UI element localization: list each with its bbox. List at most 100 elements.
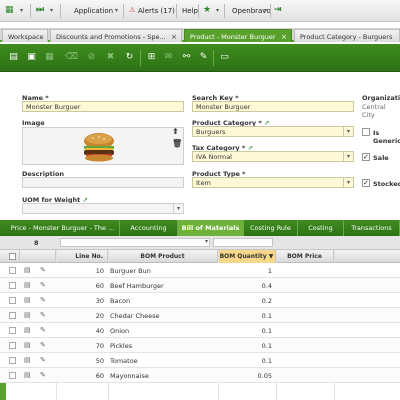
row-checkbox[interactable] (9, 342, 16, 349)
table-row[interactable]: ▤ ✎ 50 Tomatoe 0.1 (0, 353, 400, 368)
table-row[interactable]: ▤ ✎ 10 Burguer Bun 1 (0, 263, 400, 278)
close-icon[interactable]: × (281, 33, 287, 41)
row-checkbox[interactable] (9, 312, 16, 319)
tax-category-select[interactable]: IVA Normal ▾ (192, 151, 354, 162)
open-record-icon[interactable]: ▤ (24, 341, 31, 349)
bom-product-cell[interactable]: Burguer Bun (110, 263, 216, 278)
bom-product-cell[interactable]: Onion (110, 323, 216, 338)
subtab-costing-rule[interactable]: Costing Rule (244, 220, 298, 236)
upload-icon[interactable]: ⬆ (172, 127, 179, 136)
undo-icon[interactable]: ⌫ (64, 50, 79, 65)
bom-quantity-cell[interactable]: 0.1 (218, 308, 276, 323)
bom-quantity-cell[interactable]: 0.05 (218, 368, 276, 383)
stocked-checkbox[interactable]: ✓ (362, 179, 370, 187)
row-checkbox[interactable] (9, 282, 16, 289)
line-no-cell[interactable]: 70 (56, 338, 108, 353)
uom-weight-select[interactable]: ▾ (22, 203, 184, 214)
new-icon[interactable]: ▤ (6, 50, 21, 65)
row-checkbox[interactable] (9, 267, 16, 274)
bom-product-cell[interactable]: Chedar Cheese (110, 308, 216, 323)
filter-input[interactable]: ▾ (60, 238, 210, 247)
sale-checkbox[interactable]: ✓ (362, 153, 370, 161)
save-close-icon[interactable]: ▦ (42, 50, 57, 65)
open-record-icon[interactable]: ▤ (24, 371, 31, 379)
link-icon[interactable]: ⚯ (179, 50, 194, 65)
description-field[interactable] (22, 177, 184, 188)
open-record-icon[interactable]: ▤ (24, 326, 31, 334)
line-no-cell[interactable]: 20 (56, 308, 108, 323)
edit-icon[interactable]: ✎ (40, 341, 46, 349)
open-record-icon[interactable]: ▤ (24, 296, 31, 304)
chevron-down-icon[interactable]: ▾ (343, 178, 353, 187)
tab-workspace[interactable]: Workspace (2, 29, 48, 42)
bom-product-cell[interactable]: Bacon (110, 293, 216, 308)
edit-icon[interactable]: ✎ (40, 371, 46, 379)
refresh-icon[interactable]: ↻ (122, 50, 137, 65)
open-record-icon[interactable]: ▤ (24, 266, 31, 274)
product-type-select[interactable]: Item ▾ (192, 177, 354, 188)
subtab-costing[interactable]: Costing (298, 220, 344, 236)
bom-product-cell[interactable]: Tomatoe (110, 353, 216, 368)
table-row[interactable]: ▤ ✎ 40 Onion 0.1 (0, 323, 400, 338)
subtab-bill-of-materials[interactable]: Bill of Materials (178, 220, 244, 236)
product-image-box[interactable] (22, 127, 184, 165)
line-no-cell[interactable]: 10 (56, 263, 108, 278)
bom-price-cell[interactable] (276, 278, 334, 293)
open-record-icon[interactable]: ▤ (24, 311, 31, 319)
chevron-down-icon[interactable]: ▾ (173, 204, 183, 213)
column-header-line-no[interactable]: Line No. (56, 250, 108, 263)
checkbox-icon[interactable] (9, 253, 16, 260)
bom-quantity-cell[interactable]: 0.4 (218, 278, 276, 293)
grid-view-icon[interactable]: ▭ (217, 50, 232, 65)
bom-price-cell[interactable] (276, 323, 334, 338)
is-generic-checkbox[interactable] (362, 128, 370, 136)
select-all-checkbox-header[interactable] (6, 250, 20, 263)
tab-discounts[interactable]: Discounts and Promotions - Spe... × (50, 29, 182, 42)
line-no-cell[interactable]: 50 (56, 353, 108, 368)
filter-input[interactable] (213, 238, 273, 247)
line-no-cell[interactable]: 30 (56, 293, 108, 308)
tab-product-category[interactable]: Product Category - Burguers (294, 29, 400, 42)
bom-quantity-cell[interactable]: 0.1 (218, 323, 276, 338)
menu-dropdown-icon[interactable]: ▾ (20, 7, 23, 14)
table-row[interactable]: ▤ ✎ 70 Pickles 0.1 (0, 338, 400, 353)
application-dropdown-icon[interactable]: ▾ (115, 7, 118, 14)
bom-quantity-cell[interactable]: 0.2 (218, 293, 276, 308)
print-icon[interactable]: ✎ (196, 50, 211, 65)
table-row[interactable]: ▤ ✎ 60 Beef Hamburger 0.4 (0, 278, 400, 293)
edit-icon[interactable]: ✎ (40, 326, 46, 334)
edit-icon[interactable]: ✎ (40, 356, 46, 364)
bom-quantity-cell[interactable]: 1 (218, 263, 276, 278)
chevron-down-icon[interactable]: ▾ (343, 152, 353, 161)
trash-icon[interactable]: 🗑 (172, 139, 182, 148)
name-field[interactable]: Monster Burguer (22, 101, 184, 112)
bom-price-cell[interactable] (276, 308, 334, 323)
help-link[interactable]: Help (182, 7, 198, 15)
bom-price-cell[interactable] (276, 368, 334, 383)
subtab-transactions[interactable]: Transactions (344, 220, 400, 236)
subtab-price[interactable]: Price - Monster Burguer - The ... (6, 220, 120, 236)
table-row[interactable]: ▤ ✎ 60 Mayonnaise 0.05 (0, 368, 400, 383)
open-record-icon[interactable]: ▤ (24, 356, 31, 364)
column-header-bom-product[interactable]: BOM Product (108, 250, 218, 263)
user-menu-dropdown-icon[interactable]: ▾ (264, 7, 267, 14)
bom-quantity-cell[interactable]: 0.1 (218, 338, 276, 353)
open-record-icon[interactable]: ▤ (24, 281, 31, 289)
column-header-bom-quantity[interactable]: BOM Quantity ▼ (218, 250, 276, 263)
bom-price-cell[interactable] (276, 338, 334, 353)
row-checkbox[interactable] (9, 357, 16, 364)
quick-launch-icon[interactable]: ⏭ (36, 5, 44, 15)
delete-icon[interactable]: ✖ (103, 50, 118, 65)
attach-icon[interactable]: ✉ (161, 50, 176, 65)
line-no-cell[interactable]: 60 (56, 278, 108, 293)
bom-price-cell[interactable] (276, 353, 334, 368)
line-no-cell[interactable]: 60 (56, 368, 108, 383)
table-row[interactable]: ▤ ✎ 20 Chedar Cheese 0.1 (0, 308, 400, 323)
bom-product-cell[interactable]: Beef Hamburger (110, 278, 216, 293)
row-checkbox[interactable] (9, 297, 16, 304)
bom-product-cell[interactable]: Mayonnaise (110, 368, 216, 383)
edit-icon[interactable]: ✎ (40, 311, 46, 319)
tab-product[interactable]: Product - Monster Burguer × (184, 29, 292, 42)
export-icon[interactable]: ⊞ (144, 50, 159, 65)
chevron-down-icon[interactable]: ▾ (205, 238, 208, 245)
